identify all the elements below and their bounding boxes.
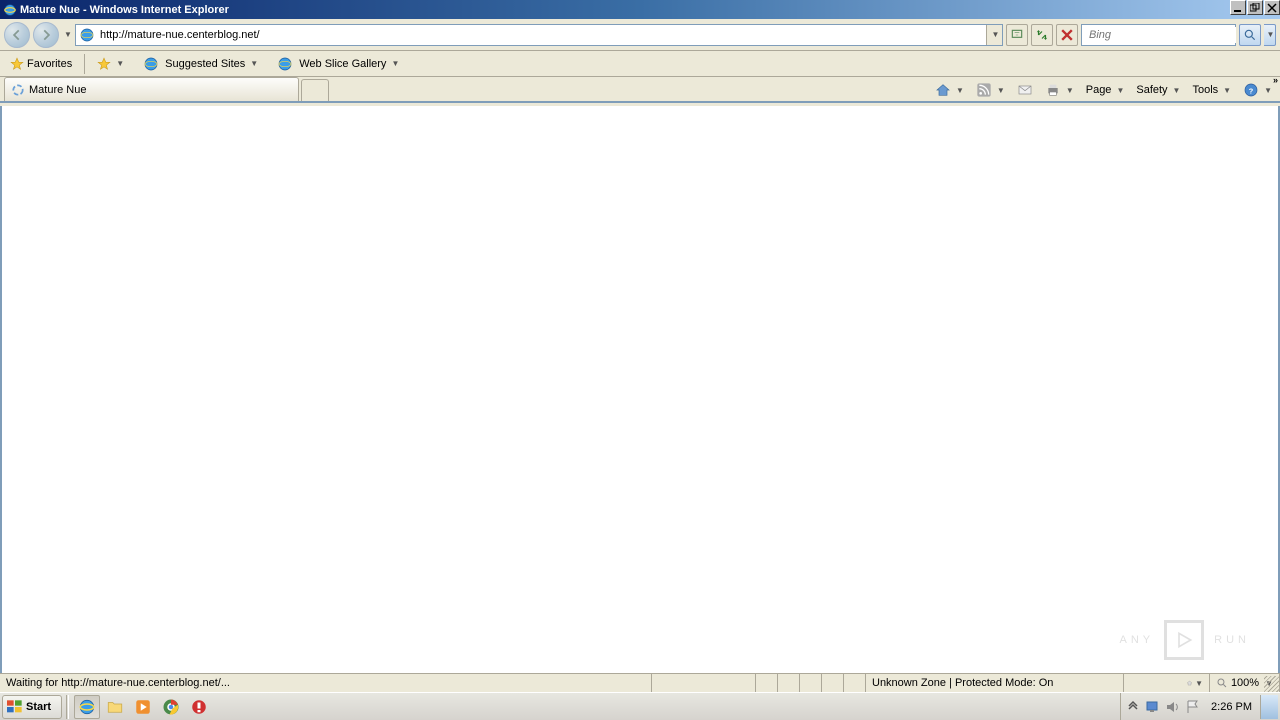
ie-icon: [277, 56, 293, 72]
status-slot-2: [778, 674, 800, 692]
print-icon: [1045, 82, 1061, 98]
tab-title: Mature Nue: [29, 84, 86, 96]
house-icon: [1186, 676, 1193, 690]
star-plus-icon: [97, 57, 111, 71]
mail-icon: [1017, 82, 1033, 98]
address-bar: ▼: [75, 24, 1003, 46]
taskbar-app[interactable]: [186, 695, 212, 719]
taskbar-ie[interactable]: [74, 695, 100, 719]
new-tab-button[interactable]: [301, 79, 329, 101]
suggested-sites-link[interactable]: Suggested Sites ▼: [136, 54, 262, 74]
status-slot-5: [844, 674, 866, 692]
search-input[interactable]: [1085, 27, 1236, 43]
taskbar-clock[interactable]: 2:26 PM: [1203, 701, 1260, 713]
star-icon: [10, 57, 24, 71]
folder-icon: [106, 698, 124, 716]
zoom-icon: [1216, 677, 1228, 689]
show-desktop-button[interactable]: [1260, 695, 1278, 719]
help-icon: ?: [1243, 82, 1259, 98]
tray-expand-icon[interactable]: [1125, 699, 1141, 715]
media-icon: [134, 698, 152, 716]
page-icon: [79, 27, 95, 43]
rss-icon: [976, 82, 992, 98]
security-zone: Unknown Zone | Protected Mode: On: [866, 674, 1124, 692]
url-dropdown[interactable]: ▼: [986, 25, 1002, 45]
tools-label: Tools: [1192, 84, 1218, 96]
separator: [84, 54, 85, 74]
taskbar-chrome[interactable]: [158, 695, 184, 719]
loading-icon: [11, 83, 25, 97]
taskbar-separator: [66, 695, 69, 719]
nav-history-dropdown[interactable]: ▼: [62, 30, 72, 39]
svg-text:?: ?: [1249, 86, 1254, 95]
start-label: Start: [26, 701, 51, 713]
ie-icon: [78, 698, 96, 716]
taskbar-explorer[interactable]: [102, 695, 128, 719]
tray-network-icon[interactable]: [1145, 699, 1161, 715]
mail-button[interactable]: [1013, 80, 1037, 100]
window-titlebar: Mature Nue - Windows Internet Explorer: [0, 0, 1280, 19]
command-bar: ▼ ▼ ▼ Page▼ Safety▼ Tools▼ ?▼: [931, 79, 1276, 101]
maximize-button[interactable]: [1247, 0, 1263, 15]
forward-button[interactable]: [33, 22, 59, 48]
favorites-label: Favorites: [27, 58, 72, 70]
home-button[interactable]: ▼: [931, 80, 968, 100]
system-tray: 2:26 PM: [1120, 693, 1280, 720]
webslice-link[interactable]: Web Slice Gallery ▼: [270, 54, 403, 74]
add-favorite-button[interactable]: ▼: [93, 55, 128, 73]
page-content: [0, 106, 1280, 673]
progress-bar: [652, 674, 756, 692]
status-text: Waiting for http://mature-nue.centerblog…: [0, 674, 652, 692]
start-button[interactable]: Start: [2, 695, 62, 719]
safety-label: Safety: [1136, 84, 1167, 96]
ie-icon: [143, 56, 159, 72]
ie-icon: [3, 3, 17, 17]
feeds-button[interactable]: ▼: [972, 80, 1009, 100]
home-icon: [935, 82, 951, 98]
navigation-bar: ▼ ▼ ▼: [0, 19, 1280, 51]
search-box: [1081, 24, 1236, 46]
tab-bar: Mature Nue ▼ ▼ ▼ Page▼ Safety▼ Tools▼ ?▼…: [0, 77, 1280, 103]
print-button[interactable]: ▼: [1041, 80, 1078, 100]
tray-volume-icon[interactable]: [1165, 699, 1181, 715]
chevron-more-icon[interactable]: »: [1273, 75, 1278, 85]
suggested-sites-label: Suggested Sites: [165, 58, 245, 70]
status-slot-4: [822, 674, 844, 692]
zoom-value: 100%: [1231, 677, 1259, 689]
page-label: Page: [1086, 84, 1112, 96]
refresh-button[interactable]: [1031, 24, 1053, 46]
windows-flag-icon: [7, 700, 23, 714]
search-dropdown[interactable]: ▼: [1264, 24, 1276, 46]
url-input[interactable]: [98, 27, 986, 43]
back-button[interactable]: [4, 22, 30, 48]
shield-icon: [190, 698, 208, 716]
close-button[interactable]: [1264, 0, 1280, 15]
webslice-label: Web Slice Gallery: [299, 58, 386, 70]
help-button[interactable]: ?▼: [1239, 80, 1276, 100]
status-slot-1: [756, 674, 778, 692]
chrome-icon: [162, 698, 180, 716]
favorites-button[interactable]: Favorites: [6, 55, 76, 73]
status-bar: Waiting for http://mature-nue.centerblog…: [0, 673, 1280, 692]
browser-tab[interactable]: Mature Nue: [4, 77, 299, 101]
zoom-mode-button[interactable]: ▼: [1180, 674, 1210, 692]
search-button[interactable]: [1239, 24, 1261, 46]
tools-menu[interactable]: Tools▼: [1188, 82, 1235, 98]
window-title: Mature Nue - Windows Internet Explorer: [20, 4, 1229, 16]
stop-button[interactable]: [1056, 24, 1078, 46]
safety-menu[interactable]: Safety▼: [1132, 82, 1184, 98]
compatibility-button[interactable]: [1006, 24, 1028, 46]
resize-grip[interactable]: [1264, 676, 1280, 692]
status-slot-3: [800, 674, 822, 692]
page-menu[interactable]: Page▼: [1082, 82, 1129, 98]
taskbar-media[interactable]: [130, 695, 156, 719]
favorites-bar: Favorites ▼ Suggested Sites ▼ Web Slice …: [0, 51, 1280, 77]
minimize-button[interactable]: [1230, 0, 1246, 15]
taskbar: Start 2:26 PM: [0, 692, 1280, 720]
tray-flag-icon[interactable]: [1185, 699, 1201, 715]
